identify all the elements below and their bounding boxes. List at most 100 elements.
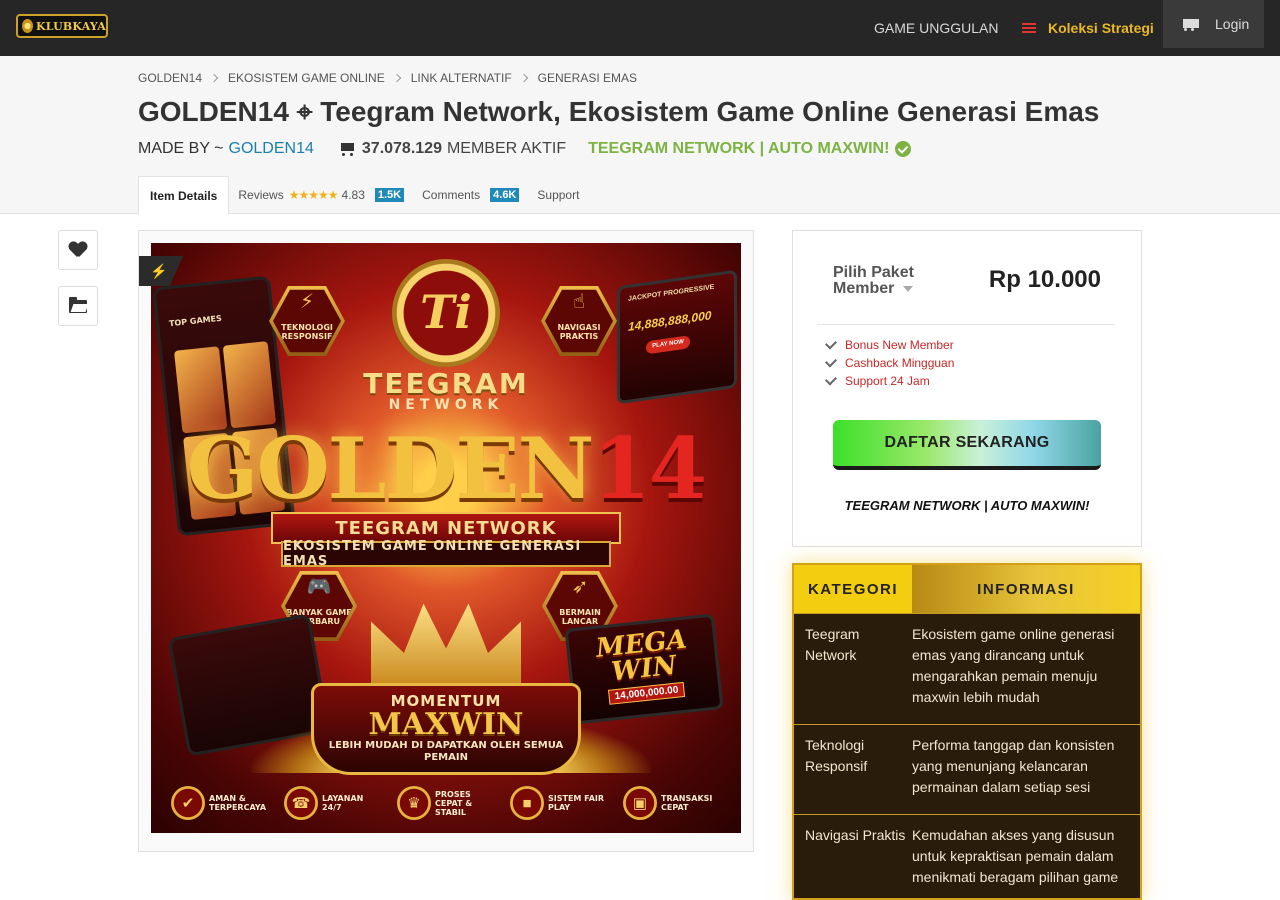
banner-golden-number: 14 [592,419,707,518]
feature-list: Bonus New Member Cashback Mingguan Suppo… [824,336,955,390]
nav-koleksi-strategi[interactable]: Koleksi Strategi [1022,0,1154,56]
login-label: Login [1215,16,1250,32]
breadcrumb-item[interactable]: LINK ALTERNATIF [411,71,512,85]
banner-hex-badge: ⚡ TEKNOLOGI RESPONSIF [269,286,345,356]
banner-phone-label: TOP GAMES [168,313,223,329]
page-title: GOLDEN14 ⌖ Teegram Network, Ekosistem Ga… [138,96,1100,127]
banner-crown [371,603,521,689]
banner-mega-value: 14,000,000.00 [608,681,686,705]
info-row: Navigasi Praktis Kemudahan akses yang di… [794,814,1140,898]
breadcrumb-item[interactable]: EKOSISTEM GAME ONLINE [228,71,385,85]
banner-hex-label: BERMAIN LANCAR [559,608,601,626]
reviews-count-badge: 1.5K [374,188,405,202]
tab-comments-label: Comments [422,188,481,202]
tagline: TEEGRAM NETWORK | AUTO MAXWIN! [844,498,1090,513]
check-icon [824,355,838,368]
banner-jackpot-button: PLAY NOW [646,335,690,355]
info-row: Teegram Network Ekosistem game online ge… [794,613,1140,724]
daftar-sekarang-button[interactable]: DAFTAR SEKARANG [833,420,1101,470]
feature-label: Cashback Mingguan [845,356,955,370]
info-header-informasi: INFORMASI [912,565,1140,613]
tab-reviews-label: Reviews [238,188,284,202]
feature-item: Support 24 Jam [824,372,954,390]
caret-down-icon [902,285,913,292]
nav-game-unggulan[interactable]: GAME UNGGULAN [874,0,998,56]
banner-feature-label: SISTEM FAIR PLAY [548,794,605,812]
banner-feature-label: TRANSAKSI CEPAT [661,794,713,812]
tab-reviews[interactable]: Reviews ★★★★★ 4.83 1.5K [229,176,413,214]
rating-stars-icon: ★★★★★ [288,188,339,202]
tab-item-details[interactable]: Item Details [138,176,230,215]
banner-logo-letter: Ti [420,285,472,339]
list-icon [1022,23,1036,33]
banner-mega-win: MEGA WIN 14,000,000.00 [564,613,724,725]
info-value: Ekosistem game online generasi emas yang… [912,626,1115,705]
verified-check-icon [895,141,912,157]
banner-feature: ✔ AMAN & TERPERCAYA [171,783,269,823]
package-select[interactable]: Pilih Paket Member [833,265,943,297]
banner-jackpot-value: 14,888,888,000 [628,308,712,334]
banner-hex-label: TEKNOLOGI RESPONSIF [281,323,333,341]
promo-text: TEEGRAM NETWORK | AUTO MAXWIN! [588,140,890,157]
banner-teegram-text: TEEGRAM [363,367,529,400]
banner-maxwin-sub: LEBIH MUDAH DI DAPATKAN OLEH SEMUA PEMAI… [328,740,564,763]
feature-item: Cashback Mingguan [824,354,955,372]
breadcrumb: GOLDEN14 EKOSISTEM GAME ONLINE LINK ALTE… [138,71,637,85]
banner-jackpot-title: JACKPOT PROGRESSIVE [628,283,715,303]
banner-maxwin-plaque: MOMENTUM MAXWIN LEBIH MUDAH DI DAPATKAN … [311,683,581,775]
breadcrumb-item[interactable]: GENERASI EMAS [538,71,637,85]
banner-ribbon-sub: EKOSISTEM GAME ONLINE GENERASI EMAS [281,539,611,569]
banner-network-text: NETWORK [388,397,504,413]
banner-feature: ♛ PROSES CEPAT & STABIL [397,783,495,823]
trophy-icon: ♛ [397,786,431,820]
gamepad-icon: 🎮 [306,574,332,598]
info-table: KATEGORI INFORMASI Teegram Network Ekosi… [792,563,1142,900]
author-link[interactable]: GOLDEN14 [229,140,314,158]
pointer-icon: ☝ [572,289,586,313]
banner-feature-bar: ✔ AMAN & TERPERCAYA ☎ LAYANAN 24/7 ♛ PROSES… [171,783,721,823]
lock-icon: ■ [510,786,544,820]
top-navbar: KLUBKAYA GAME UNGGULAN Koleksi Strategi … [0,0,1280,56]
tab-support[interactable]: Support [528,176,588,214]
folder-icon [69,296,87,313]
item-tabs: Item Details Reviews ★★★★★ 4.83 1.5K Com… [138,176,588,215]
feature-label: Support 24 Jam [845,374,930,388]
nav-koleksi-strategi-label: Koleksi Strategi [1048,20,1154,36]
info-value: Kemudahan akses yang disusun untuk kepra… [912,827,1119,885]
collection-button[interactable] [58,286,98,326]
divider [817,324,1115,325]
feature-item: Bonus New Member [824,336,954,354]
banner-maxwin: MAXWIN [368,707,524,742]
preview-banner-image[interactable]: TOP GAMES JACKPOT PROGRESSIVE 14,888,888… [151,243,741,833]
banner-hex-badge: ☝ NAVIGASI PRAKTIS [541,286,617,356]
banner-feature: ■ SISTEM FAIR PLAY [510,783,608,823]
site-logo[interactable]: KLUBKAYA [16,14,108,38]
banner-teegram-logo: Ti [392,259,500,367]
logo-text: KLUBKAYA [36,19,106,33]
wallet-icon: ▣ [623,786,657,820]
banner-feature-label: AMAN & TERPERCAYA [209,794,267,812]
info-key: Teknologi Responsif [805,737,868,774]
made-by-label: MADE BY ~ [138,140,224,157]
banner-golden-title: GOLDEN14 [151,419,741,518]
item-meta: MADE BY ~ GOLDEN14 37.078.129 MEMBER AKT… [138,140,912,158]
info-table-header: KATEGORI INFORMASI [794,565,1140,613]
favorite-button[interactable] [58,230,98,270]
shield-icon: ✔ [171,786,205,820]
banner-golden-word: GOLDEN [186,419,595,518]
heart-icon [69,242,87,258]
member-count: 37.078.129 [361,140,442,157]
comments-count-badge: 4.6K [490,188,520,202]
chevron-right-icon [519,73,528,83]
check-icon [824,337,838,350]
breadcrumb-item[interactable]: GOLDEN14 [138,71,202,85]
chevron-right-icon [209,73,219,83]
banner-feature: ▣ TRANSAKSI CEPAT [623,783,721,823]
member-label: MEMBER AKTIF [446,140,567,157]
price: Rp 10.000 [988,266,1101,293]
tab-comments[interactable]: Comments 4.6K [413,176,528,214]
login-button[interactable]: Login [1163,0,1264,48]
logo-emblem-icon [22,19,34,33]
rocket-icon: ➶ [571,574,589,598]
info-key: Teegram Network [805,626,860,663]
